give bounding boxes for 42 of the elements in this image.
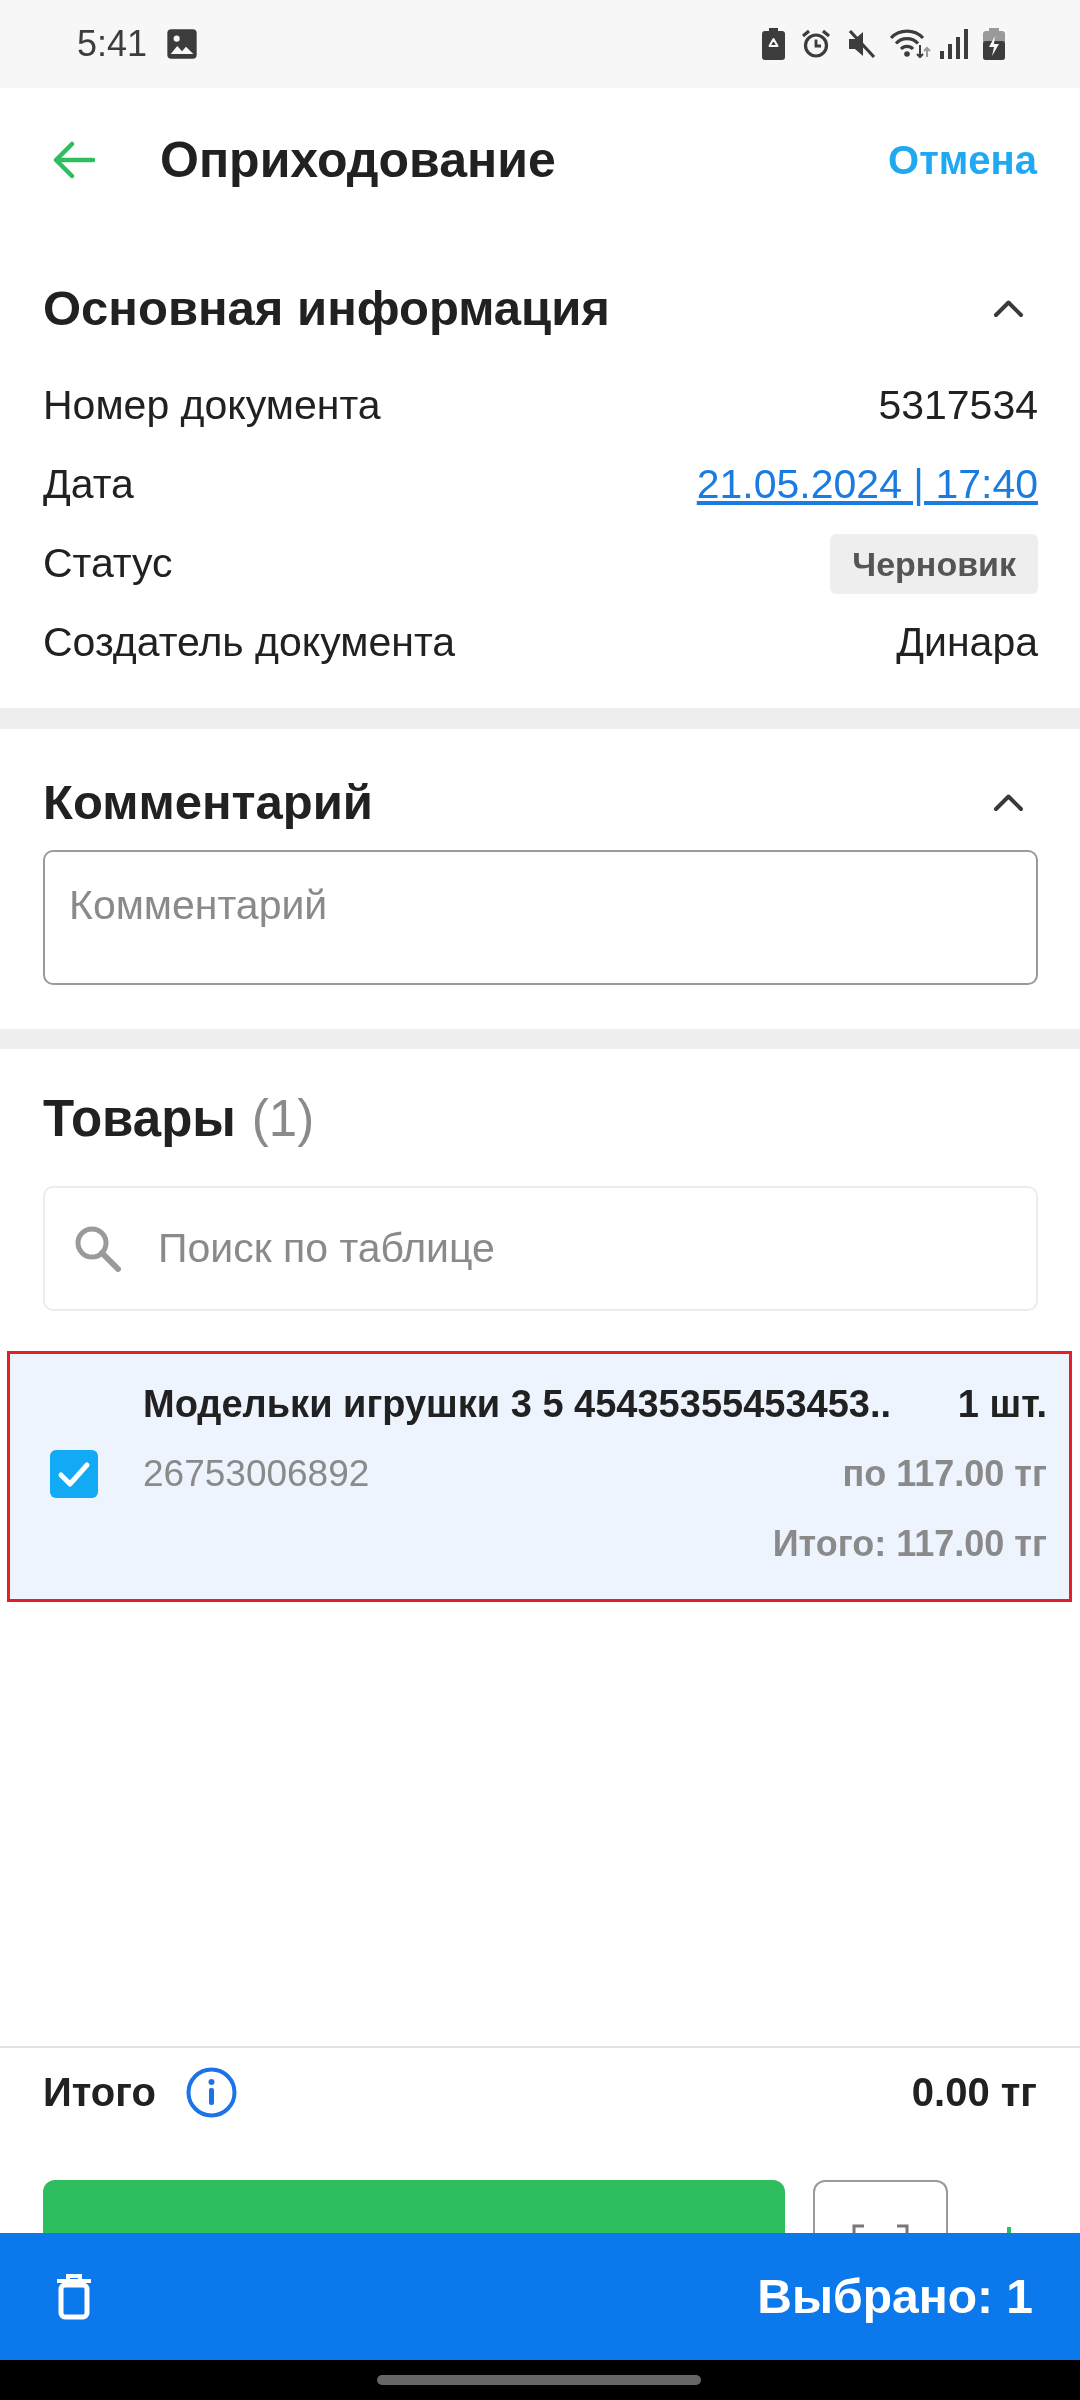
product-card[interactable]: Модельки игрушки 3 5 45435355453453.. 1 шт. 26753006892 по 117.00 тг Итого: 117.00 тг (7, 1351, 1072, 1602)
checkbox-checked-icon[interactable] (50, 1450, 98, 1498)
product-total: Итого: 117.00 тг (772, 1523, 1047, 1565)
field-label: Номер документа (43, 382, 381, 429)
search-icon (74, 1225, 121, 1272)
status-time: 5:41 (77, 24, 148, 64)
chevron-up-icon[interactable] (993, 792, 1024, 812)
signal-icon (940, 29, 969, 59)
back-arrow-icon[interactable] (52, 141, 95, 179)
selection-count: Выбрано: 1 (757, 2269, 1033, 2324)
total-label: Итого (43, 2069, 156, 2115)
section-title: Основная информация (43, 280, 610, 336)
alarm-icon (801, 29, 831, 59)
search-field[interactable]: Поиск по таблице (43, 1186, 1038, 1311)
date-link[interactable]: 21.05.2024 | 17:40 (696, 461, 1038, 508)
info-icon[interactable] (185, 2066, 237, 2118)
product-barcode: 26753006892 (143, 1453, 370, 1495)
field-label: Создатель документа (43, 619, 456, 666)
field-value: Динара (896, 619, 1038, 666)
total-value: 0.00 тг (911, 2069, 1037, 2115)
field-label: Дата (43, 461, 134, 508)
wifi-icon (890, 29, 931, 59)
field-label: Статус (43, 540, 173, 587)
cancel-button[interactable]: Отмена (888, 137, 1037, 183)
battery-saver-icon (762, 28, 785, 60)
scan-button[interactable] (813, 2180, 948, 2233)
screen-title: Оприходование (160, 131, 556, 189)
image-icon (166, 28, 199, 60)
trash-icon[interactable] (56, 2273, 92, 2320)
chevron-up-icon[interactable] (993, 298, 1024, 318)
scan-icon (852, 2224, 909, 2233)
product-quantity: 1 шт. (957, 1382, 1047, 1426)
item-count: (1) (251, 1088, 315, 1148)
battery-charging-icon (983, 28, 1005, 60)
status-chip: Черновик (830, 533, 1038, 594)
section-title: Комментарий (43, 774, 373, 830)
product-name: Модельки игрушки 3 5 45435355453453.. (143, 1382, 892, 1426)
comment-field[interactable]: Комментарий (43, 850, 1038, 985)
field-value: 5317534 (878, 382, 1038, 429)
mute-icon (846, 29, 877, 59)
section-title: Товары (43, 1088, 236, 1148)
product-price: по 117.00 тг (842, 1453, 1047, 1495)
